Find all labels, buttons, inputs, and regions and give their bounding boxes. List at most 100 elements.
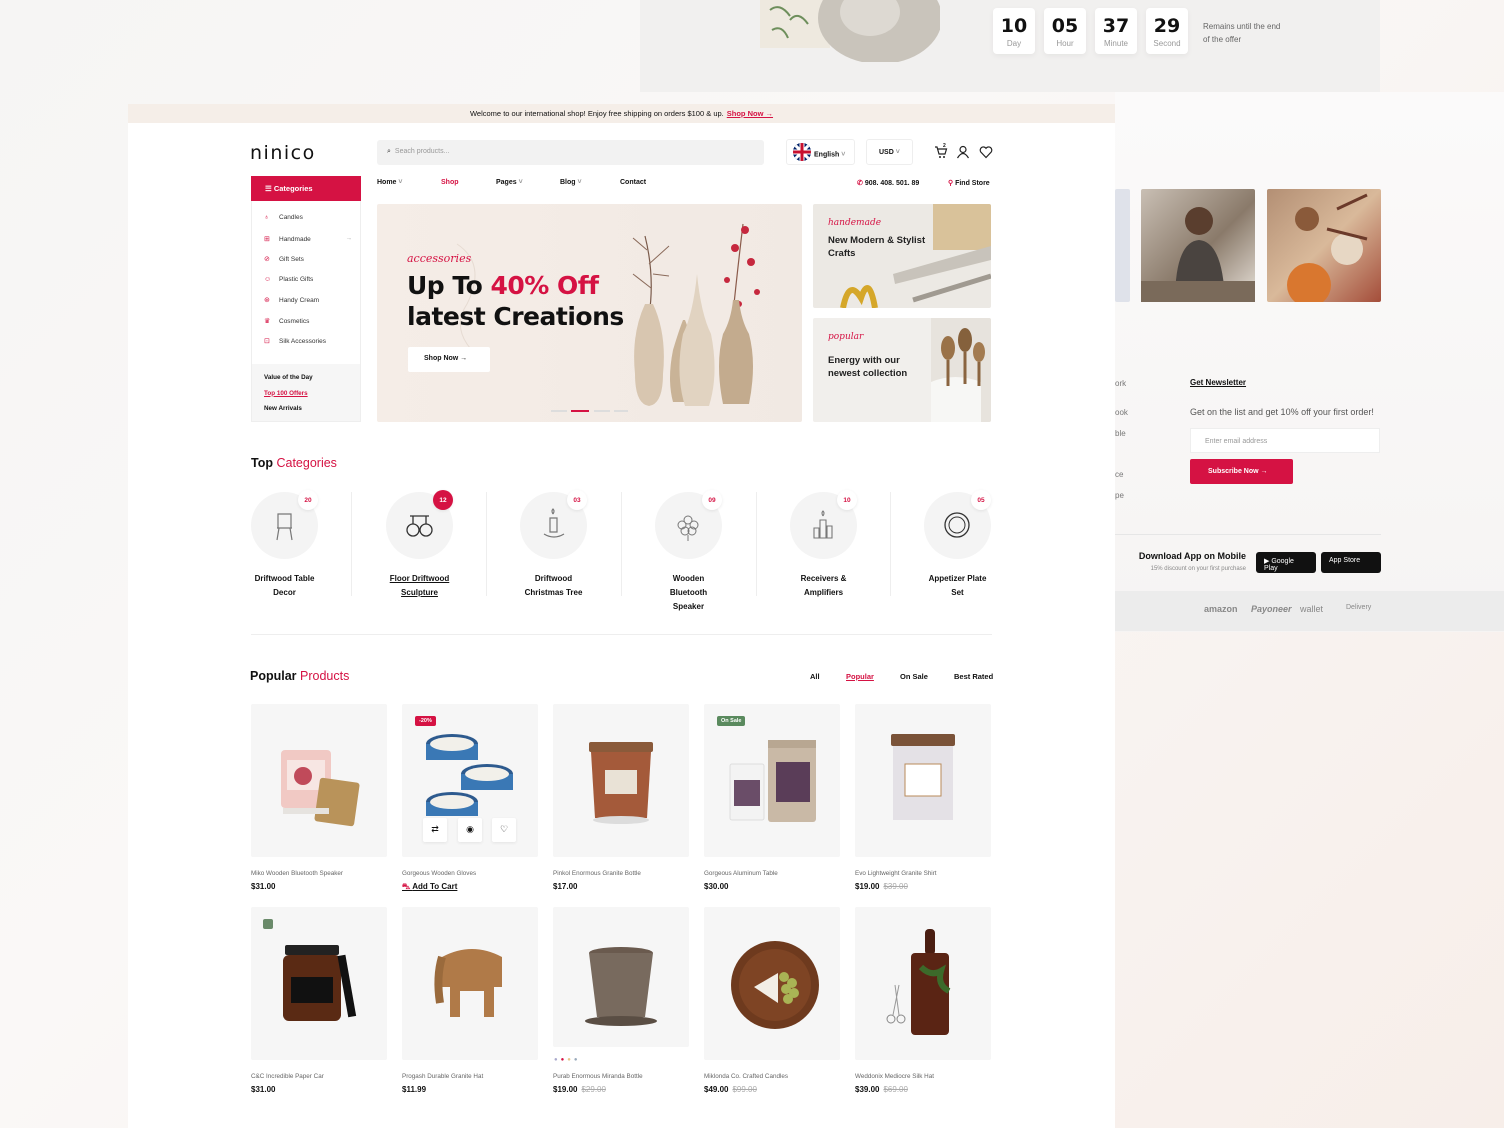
top-category-card[interactable]: 10 Receivers & Amplifiers: [790, 490, 924, 600]
search-input[interactable]: ⌕ Seach products...: [377, 140, 764, 165]
add-to-cart-button[interactable]: ⛍ Add To Cart: [402, 882, 457, 892]
product-price: $11.99: [402, 1085, 427, 1094]
hero-script-label: accessories: [407, 252, 472, 265]
tab-on-sale[interactable]: On Sale: [900, 672, 928, 681]
phone-icon: ✆: [857, 180, 865, 187]
chevron-down-icon: ˅: [516, 179, 523, 186]
hero-shop-now-button[interactable]: Shop Now →: [408, 347, 490, 372]
category-item-silk-accessories[interactable]: ⊡ Silk Accessories: [264, 337, 326, 345]
product-name[interactable]: Weddonix Mediocre Silk Hat: [855, 1073, 934, 1080]
value-of-the-day-link[interactable]: Value of the Day: [264, 370, 348, 386]
top-offers-link[interactable]: Top 100 Offers: [264, 386, 348, 402]
product-name[interactable]: Evo Lightweight Granite Shirt: [855, 870, 937, 877]
top-category-card[interactable]: 12 Floor Driftwood Sculpture: [386, 490, 520, 600]
product-name[interactable]: Gorgeous Aluminum Table: [704, 870, 778, 877]
countdown-seconds: 29 Second: [1146, 8, 1188, 54]
logo[interactable]: ninico: [250, 142, 316, 164]
google-play-button[interactable]: ▶ Google Play: [1256, 552, 1316, 573]
footer-link-fragment[interactable]: ce: [1115, 470, 1123, 479]
nav-shop[interactable]: Shop: [441, 179, 459, 186]
nav-pages[interactable]: Pages ˅: [496, 179, 523, 186]
gallery-photo[interactable]: [1267, 189, 1381, 307]
quick-view-icon[interactable]: ◉: [458, 818, 482, 842]
countdown-hours: 05 Hour: [1044, 8, 1086, 54]
product-name[interactable]: Purab Enormous Miranda Bottle: [553, 1073, 643, 1080]
product-image: [553, 907, 689, 1047]
app-store-button[interactable]: App Store: [1321, 552, 1381, 573]
slider-dot[interactable]: [594, 410, 610, 412]
category-label: Driftwood Christmas Tree: [524, 574, 583, 597]
compare-icon[interactable]: ⇄: [423, 818, 447, 842]
slider-dot-active[interactable]: [571, 410, 589, 412]
gallery-photo: [1115, 189, 1130, 302]
banner-crafts[interactable]: handemade New Modern & Stylist Crafts: [813, 204, 991, 308]
top-category-card[interactable]: 09 Wooden Bluetooth Speaker: [655, 490, 789, 611]
gift-box-icon: ⊞: [264, 236, 270, 243]
wooden-board-image: [731, 941, 819, 1029]
new-arrivals-link[interactable]: New Arrivals: [264, 401, 348, 417]
wishlist-icon[interactable]: ♡: [492, 818, 516, 842]
user-icon[interactable]: [956, 145, 970, 159]
candle-tube-image: [729, 740, 816, 822]
category-count-badge: 03: [567, 490, 587, 510]
amber-jar-candle-image: [263, 919, 357, 1021]
product-name[interactable]: Pinkol Enormous Granite Bottle: [553, 870, 641, 877]
menu-icon: ☰: [265, 184, 274, 193]
tab-best-rated[interactable]: Best Rated: [954, 672, 993, 681]
product-image: [553, 704, 689, 857]
product-name[interactable]: Gorgeous Wooden Gloves: [402, 870, 476, 877]
category-item-candles[interactable]: ♁ Candles: [264, 214, 303, 221]
top-category-card[interactable]: 03 Driftwood Christmas Tree: [520, 490, 654, 600]
language-select[interactable]: English ˅: [786, 139, 855, 165]
product-name[interactable]: Progash Durable Granite Hat: [402, 1073, 483, 1080]
category-item-plastic-gifts[interactable]: ☺ Plastic Gifts: [264, 276, 313, 283]
find-store-link[interactable]: ⚲ Find Store: [948, 179, 990, 187]
product-price: $31.00: [251, 1085, 276, 1094]
category-item-cosmetics[interactable]: ♛ Cosmetics: [264, 317, 309, 325]
crown-icon: ♛: [264, 318, 271, 325]
banner-title: Energy with our newest collection: [828, 355, 908, 379]
categories-extra-links: Value of the Day Top 100 Offers New Arri…: [252, 364, 360, 421]
gallery-photo[interactable]: [1141, 189, 1255, 302]
tab-popular[interactable]: Popular: [846, 672, 874, 681]
divider: [756, 492, 757, 596]
nav-contact[interactable]: Contact: [620, 179, 646, 186]
product-price: $49.00 $99.00: [704, 1085, 757, 1094]
currency-select[interactable]: USD ˅: [866, 139, 913, 165]
category-count-badge: 20: [298, 490, 318, 510]
slider-dot[interactable]: [614, 410, 628, 412]
nav-blog[interactable]: Blog ˅: [560, 179, 582, 186]
newsletter-text: Get on the list and get 10% off your fir…: [1190, 407, 1374, 417]
category-item-handmade[interactable]: ⊞ Handmade →: [264, 235, 352, 243]
category-item-gift-sets[interactable]: ⊘ Gift Sets: [264, 255, 304, 263]
top-category-card[interactable]: 20 Driftwood Table Decor: [251, 490, 385, 600]
countdown-minutes: 37 Minute: [1095, 8, 1137, 54]
on-sale-badge: On Sale: [717, 716, 746, 726]
footer-link-fragment[interactable]: pe: [1115, 491, 1124, 500]
category-item-handy-cream[interactable]: ⊛ Handy Cream: [264, 296, 319, 304]
product-name[interactable]: C&C Incredible Paper Car: [251, 1073, 324, 1080]
footer-link-fragment[interactable]: ook: [1115, 408, 1128, 417]
phone-link[interactable]: ✆ 908. 408. 501. 89: [857, 179, 919, 187]
banner-energy[interactable]: popular Energy with our newest collectio…: [813, 318, 991, 422]
color-swatches[interactable]: ●●●●: [554, 1057, 581, 1063]
footer-link-fragment[interactable]: ork: [1115, 379, 1126, 388]
cutting-board-image: [886, 929, 951, 1035]
product-name[interactable]: Miko Wooden Bluetooth Speaker: [251, 870, 343, 877]
product-image: [704, 907, 840, 1060]
slider-dot[interactable]: [551, 410, 567, 412]
payment-logo: Delivery: [1346, 604, 1372, 611]
tab-all[interactable]: All: [810, 672, 820, 681]
newsletter-email-input[interactable]: Enter email address: [1190, 428, 1380, 453]
chevron-down-icon: ˅: [893, 149, 900, 156]
subscribe-button[interactable]: Subscribe Now →: [1190, 459, 1293, 484]
top-category-card[interactable]: 05 Appetizer Plate Set: [924, 490, 1058, 600]
footer-link-fragment[interactable]: ble: [1115, 429, 1126, 438]
app-download-title: Download App on Mobile: [1138, 551, 1246, 561]
product-name[interactable]: Miklonda Co. Crafted Candles: [704, 1073, 788, 1080]
categories-toggle[interactable]: ☰ Categories: [251, 176, 361, 201]
payment-logo: amazon: [1204, 604, 1238, 614]
shop-now-link[interactable]: Shop Now →: [727, 109, 773, 118]
nav-home[interactable]: Home ˅: [377, 179, 403, 186]
heart-icon[interactable]: [979, 145, 993, 159]
